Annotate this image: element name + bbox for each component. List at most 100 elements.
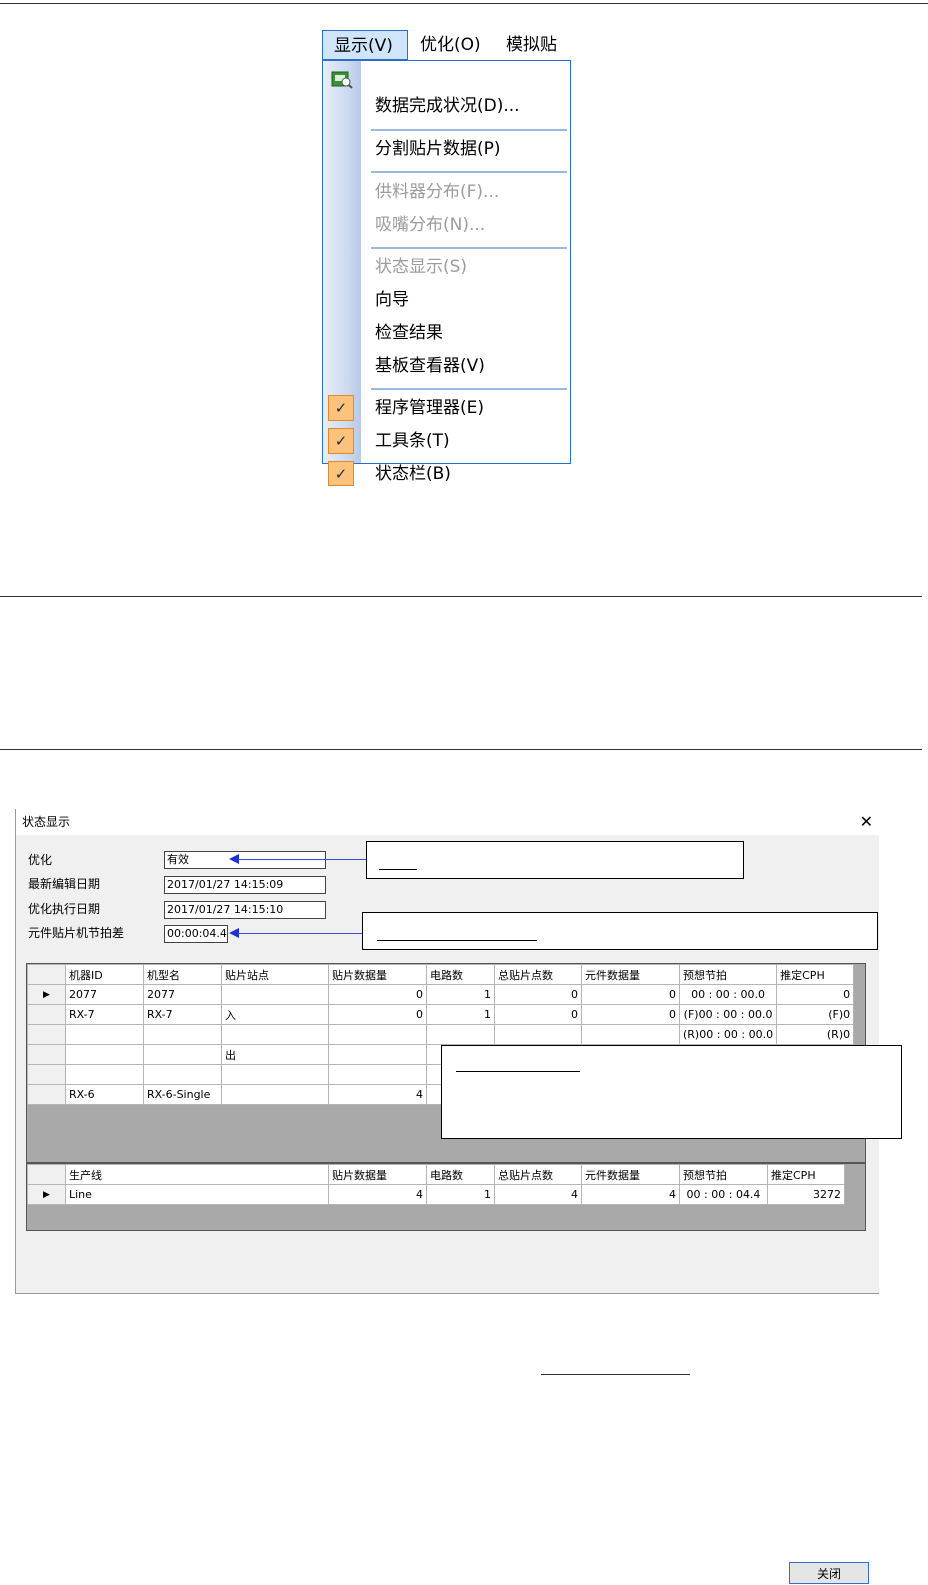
column-header[interactable]: 机器ID xyxy=(65,964,144,985)
column-header[interactable]: 推定CPH xyxy=(776,964,855,985)
column-header[interactable]: 贴片数据量 xyxy=(328,1164,427,1185)
field-value-last-edit: 2017/01/27 14:15:09 xyxy=(164,876,326,894)
menu-simulate[interactable]: 模拟贴片 xyxy=(506,30,571,60)
current-row-icon: ▶ xyxy=(27,984,66,1005)
menu-item-program-manager[interactable]: 程序管理器(E) xyxy=(375,393,484,423)
table-cell[interactable]: (R)0 xyxy=(776,1024,855,1045)
menu-item-check-result[interactable]: 检查结果 xyxy=(375,318,443,348)
column-header[interactable]: 总贴片点数 xyxy=(494,1164,582,1185)
table-cell[interactable] xyxy=(65,1024,144,1045)
table-cell[interactable]: 0 xyxy=(328,1004,427,1025)
menu-item-split-data[interactable]: 分割贴片数据(P) xyxy=(375,134,501,164)
table-cell[interactable]: RX-6 xyxy=(65,1084,144,1105)
menu-separator xyxy=(371,247,567,249)
menu-item-board-viewer[interactable]: 基板查看器(V) xyxy=(375,351,485,381)
menu-view[interactable]: 显示(V) xyxy=(322,30,408,60)
table-cell[interactable]: RX-7 xyxy=(143,1004,222,1025)
table-cell[interactable]: RX-6-Single xyxy=(143,1084,222,1105)
table-cell[interactable] xyxy=(65,1044,144,1065)
annotation-callout xyxy=(441,1045,902,1139)
table-cell[interactable] xyxy=(221,1024,329,1045)
table-cell[interactable]: (R)00 : 00 : 00.0 xyxy=(678,1024,778,1045)
table-cell[interactable] xyxy=(328,1024,427,1045)
column-header[interactable]: 电路数 xyxy=(426,1164,495,1185)
menu-item-nozzle-distribution[interactable]: 吸嘴分布(N)... xyxy=(375,210,485,240)
menu-bar: 显示(V) 优化(O) 模拟贴片 xyxy=(322,30,571,60)
field-value-optimize-date: 2017/01/27 14:15:10 xyxy=(164,901,326,919)
table-cell[interactable]: 4 xyxy=(328,1184,427,1205)
table-cell[interactable]: 2077 xyxy=(65,984,144,1005)
table-cell[interactable]: 4 xyxy=(328,1084,427,1105)
menu-item-statusbar[interactable]: 状态栏(B) xyxy=(375,459,451,489)
column-header[interactable]: 总贴片点数 xyxy=(494,964,582,985)
menu-item-status-display[interactable]: 状态显示(S) xyxy=(375,252,467,282)
table-header-row: 机器ID 机型名 贴片站点 贴片数据量 电路数 总贴片点数 元件数据量 预想节拍… xyxy=(27,964,855,985)
table-cell[interactable]: (F)00 : 00 : 00.0 xyxy=(678,1004,778,1025)
table-cell[interactable]: 0 xyxy=(581,984,680,1005)
table-cell[interactable] xyxy=(221,984,329,1005)
field-value-tact-diff: 00:00:04.4 xyxy=(164,925,228,943)
column-header[interactable]: 推定CPH xyxy=(767,1164,845,1185)
table-cell[interactable]: 00 : 00 : 00.0 xyxy=(678,984,778,1005)
table-row[interactable]: ▶ 2077 2077 0 1 0 0 00 : 00 : 00.0 0 xyxy=(27,984,855,1005)
close-button[interactable]: 关闭 xyxy=(789,1562,869,1584)
field-label-optimize-date: 优化执行日期 xyxy=(28,902,101,916)
table-cell[interactable] xyxy=(328,1064,427,1085)
table-cell[interactable]: Line xyxy=(65,1184,329,1205)
close-icon[interactable]: ✕ xyxy=(860,809,873,835)
table-cell[interactable] xyxy=(328,1044,427,1065)
column-header[interactable]: 电路数 xyxy=(426,964,495,985)
table-cell[interactable]: 4 xyxy=(581,1184,680,1205)
table-cell[interactable] xyxy=(426,1024,495,1045)
table-cell[interactable]: 1 xyxy=(426,1004,495,1025)
column-header[interactable]: 预想节拍 xyxy=(679,1164,768,1185)
table-cell[interactable]: 入 xyxy=(221,1004,329,1025)
table-cell[interactable]: 0 xyxy=(581,1004,680,1025)
row-header-cell xyxy=(27,1064,66,1085)
annotation-arrow-line xyxy=(238,933,362,934)
menu-item-toolbar[interactable]: 工具条(T) xyxy=(375,426,450,456)
column-header[interactable]: 元件数据量 xyxy=(581,964,680,985)
table-cell[interactable] xyxy=(65,1064,144,1085)
table-row[interactable]: (R)00 : 00 : 00.0 (R)0 xyxy=(27,1024,855,1045)
check-icon: ✓ xyxy=(328,461,354,486)
table-cell[interactable]: 0 xyxy=(494,984,582,1005)
menu-separator xyxy=(371,129,567,131)
table-cell[interactable] xyxy=(221,1064,329,1085)
table-cell[interactable]: 0 xyxy=(494,1004,582,1025)
column-header[interactable]: 生产线 xyxy=(65,1164,329,1185)
table-cell[interactable]: 出 xyxy=(221,1044,329,1065)
table-cell[interactable]: 1 xyxy=(426,984,495,1005)
column-header[interactable]: 机型名 xyxy=(143,964,222,985)
table-cell[interactable] xyxy=(494,1024,582,1045)
table-cell[interactable] xyxy=(143,1044,222,1065)
table-row[interactable]: RX-7 RX-7 入 0 1 0 0 (F)00 : 00 : 00.0 (F… xyxy=(27,1004,855,1025)
table-cell[interactable]: 3272 xyxy=(767,1184,845,1205)
table-cell[interactable] xyxy=(143,1024,222,1045)
table-cell[interactable] xyxy=(143,1064,222,1085)
column-header[interactable]: 贴片站点 xyxy=(221,964,329,985)
menu-item-feeder-distribution[interactable]: 供料器分布(F)... xyxy=(375,177,499,207)
menu-item-wizard[interactable]: 向导 xyxy=(375,285,409,315)
column-header[interactable]: 贴片数据量 xyxy=(328,964,427,985)
table-cell[interactable]: RX-7 xyxy=(65,1004,144,1025)
table-cell[interactable]: 00 : 00 : 04.4 xyxy=(679,1184,768,1205)
table-row[interactable]: ▶ Line 4 1 4 4 00 : 00 : 04.4 3272 xyxy=(27,1184,845,1205)
menu-optimize[interactable]: 优化(O) xyxy=(420,30,481,60)
table-cell[interactable]: 0 xyxy=(776,984,855,1005)
section-rule xyxy=(0,749,922,750)
table-cell[interactable]: 4 xyxy=(494,1184,582,1205)
table-cell[interactable]: (F)0 xyxy=(776,1004,855,1025)
column-header[interactable]: 元件数据量 xyxy=(581,1164,680,1185)
table-cell[interactable]: 2077 xyxy=(143,984,222,1005)
table-cell[interactable]: 0 xyxy=(328,984,427,1005)
column-header[interactable]: 预想节拍 xyxy=(678,964,778,985)
check-icon: ✓ xyxy=(328,395,354,421)
table-cell[interactable] xyxy=(221,1084,329,1105)
table-cell[interactable]: 1 xyxy=(426,1184,495,1205)
table-cell[interactable] xyxy=(581,1024,680,1045)
callout-underline xyxy=(377,940,537,941)
menu-item-data-status[interactable]: 数据完成状况(D)... xyxy=(375,91,520,121)
field-label-last-edit: 最新编辑日期 xyxy=(28,877,101,891)
row-header-cell xyxy=(27,1084,66,1105)
